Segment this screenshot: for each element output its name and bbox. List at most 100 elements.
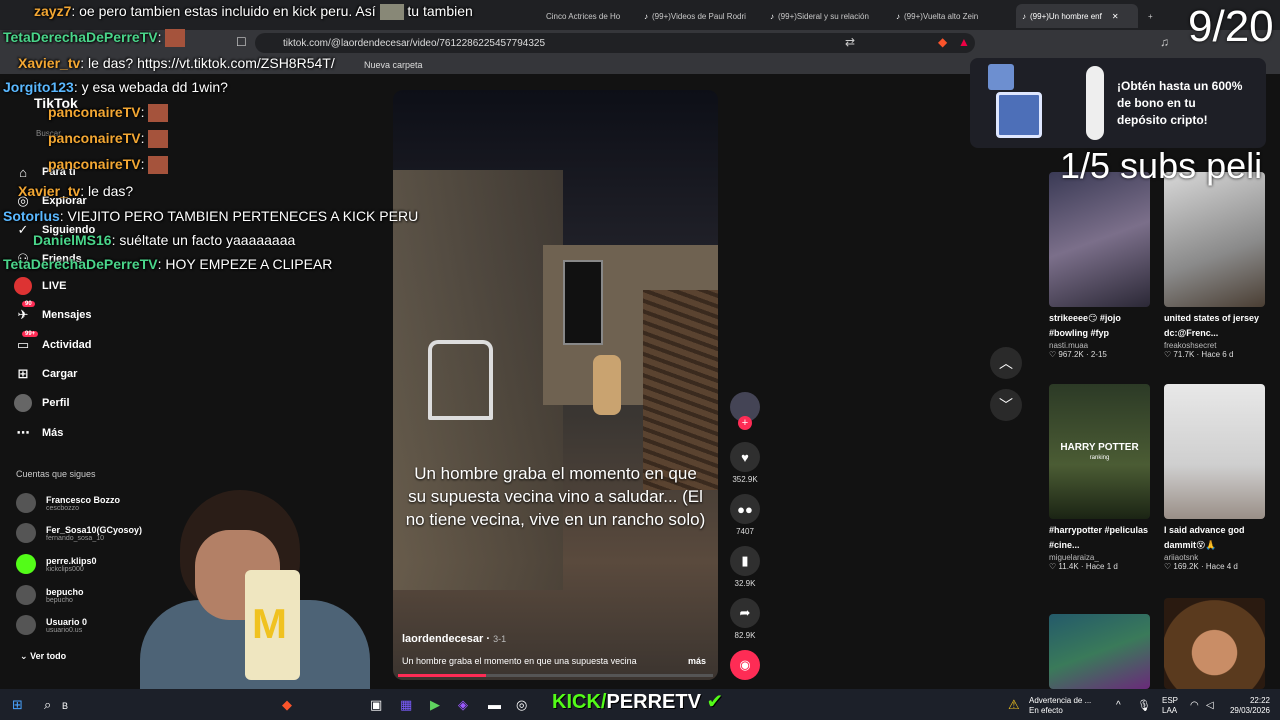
app-icon[interactable]: ▬ bbox=[488, 697, 501, 712]
chat-text: : y esa webada dd 1win? bbox=[73, 79, 228, 95]
follow-plus-icon[interactable]: + bbox=[738, 416, 752, 430]
nav-perfil[interactable]: Perfil bbox=[14, 394, 70, 412]
emote-icon bbox=[148, 130, 169, 149]
search-icon[interactable]: ⌕ bbox=[44, 697, 51, 713]
warning-title: Advertencia de ... bbox=[1029, 696, 1092, 705]
next-video-button[interactable]: ﹀ bbox=[990, 389, 1022, 421]
tiktok-icon: ♪ bbox=[1022, 11, 1026, 21]
close-icon[interactable]: ✕ bbox=[1112, 12, 1119, 21]
chat-message: DanielMS16: suéltate un facto yaaaaaaaa bbox=[33, 232, 295, 248]
video-thumbnail[interactable] bbox=[1164, 598, 1265, 689]
more-button[interactable]: más bbox=[688, 656, 706, 666]
address-bar[interactable]: tiktok.com/@laordendecesar/video/7612286… bbox=[255, 33, 975, 53]
browser-tab[interactable]: ♪ (99+)Videos de Paul Rodri bbox=[638, 4, 758, 28]
video-thumbnail[interactable] bbox=[1049, 614, 1150, 689]
emote-icon bbox=[148, 156, 169, 175]
account-name: Usuario 0 bbox=[46, 616, 88, 627]
sub-counter: 9/20 bbox=[1188, 2, 1274, 51]
wifi-icon[interactable]: ◠ bbox=[1190, 700, 1199, 711]
nav-mas[interactable]: ⋯ Más bbox=[14, 424, 64, 442]
avatar bbox=[16, 523, 36, 543]
app-icon[interactable]: ▦ bbox=[400, 697, 412, 713]
video-card[interactable]: I said advance god dammit😵🙏 ariiaotsnk ♡… bbox=[1164, 384, 1265, 571]
nav-actividad[interactable]: ▭ 99+ Actividad bbox=[14, 331, 92, 354]
save-button[interactable]: ▮ 32.9K bbox=[730, 546, 760, 588]
microphone-icon[interactable]: 🎙 bbox=[1137, 699, 1151, 712]
obs-icon[interactable]: ◎ bbox=[516, 697, 527, 713]
following-account[interactable]: perre.klips0 kickclips000 bbox=[16, 554, 97, 574]
comment-icon: ●● bbox=[730, 494, 760, 524]
bookmark-icon[interactable]: ☐ bbox=[236, 35, 247, 49]
account-handle: kickclips000 bbox=[46, 565, 84, 573]
thumbnail-subtitle: ranking bbox=[1089, 455, 1110, 461]
rewards-icon[interactable]: ▲ bbox=[958, 35, 970, 49]
chat-message: Jorgito123: y esa webada dd 1win? bbox=[3, 79, 228, 95]
like-button[interactable]: ♥ 352.9K bbox=[730, 442, 760, 484]
previous-video-button[interactable]: ︿ bbox=[990, 347, 1022, 379]
emote-icon bbox=[165, 29, 186, 48]
app-icon[interactable]: ▶ bbox=[430, 697, 440, 713]
translate-icon[interactable]: ⇄ bbox=[845, 35, 855, 49]
share-button[interactable]: ➦ 82.9K bbox=[730, 598, 760, 640]
lang-code: ESP bbox=[1162, 696, 1179, 705]
see-all-link[interactable]: ⌄ Ver todo bbox=[20, 651, 66, 662]
browser-tab-active[interactable]: ♪ (99+)Un hombre enf ✕ bbox=[1016, 4, 1138, 28]
nav-mensajes[interactable]: ✈ 90 Mensajes bbox=[14, 301, 92, 324]
warning-icon[interactable]: ⚠ bbox=[1008, 697, 1020, 713]
browser-tab[interactable]: ♪ (99+)Vuelta alto Zein bbox=[890, 4, 1010, 28]
bookmark-icon: ▮ bbox=[730, 546, 760, 576]
brave-shield-icon[interactable]: ◆ bbox=[938, 35, 947, 49]
windows-start-icon[interactable]: ⊞ bbox=[12, 697, 23, 713]
clock-date: 29/03/2026 bbox=[1229, 706, 1270, 715]
chat-message: panconaireTV: bbox=[48, 130, 169, 149]
video-player[interactable]: Un hombre graba el momento en que su sup… bbox=[393, 90, 718, 680]
author-avatar-button[interactable]: + bbox=[730, 392, 760, 430]
home-icon: ⌂ bbox=[19, 164, 27, 180]
nav-cargar[interactable]: ⊞ Cargar bbox=[14, 365, 78, 383]
warning-notification[interactable]: Advertencia de ... En efecto bbox=[1029, 696, 1091, 716]
following-account[interactable]: bepucho bepucho bbox=[16, 585, 84, 605]
chat-user: Xavier_tv bbox=[18, 183, 81, 199]
bookmark-folder[interactable]: Nueva carpeta bbox=[364, 60, 423, 70]
taskbar-search[interactable]: B bbox=[62, 701, 68, 711]
video-author[interactable]: laordendecesar · 3-1 bbox=[402, 633, 506, 645]
video-card[interactable]: strikeeee😏 #jojo #bowling #fyp nasti.mua… bbox=[1049, 172, 1150, 359]
clock[interactable]: 22:22 29/03/2026 bbox=[1218, 696, 1270, 716]
browser-tab[interactable]: Cinco Actrices de Ho bbox=[540, 4, 632, 28]
following-account[interactable]: Francesco Bozzo cescbozzo bbox=[16, 493, 120, 513]
app-icon[interactable]: ◈ bbox=[458, 697, 468, 713]
chat-message: TetaDerechaDePerreTV: bbox=[3, 29, 186, 48]
video-card[interactable]: HARRY POTTER ranking #harrypotter #pelic… bbox=[1049, 384, 1150, 571]
new-tab-button[interactable]: + bbox=[1142, 4, 1162, 28]
tab-label: (99+)Sideral y su relación bbox=[778, 11, 869, 21]
video-progress-bar[interactable] bbox=[398, 674, 713, 677]
chat-message: Xavier_tv: le das? https://vt.tiktok.com… bbox=[18, 55, 335, 71]
promo-banner: ¡Obtén hasta un 600% de bono en tu depós… bbox=[970, 58, 1266, 148]
card-title: #harrypotter #peliculas #cine... bbox=[1049, 525, 1149, 550]
app-icon[interactable]: ▣ bbox=[370, 697, 382, 713]
chat-user: TetaDerechaDePerreTV bbox=[3, 256, 158, 272]
volume-icon[interactable]: ◁ bbox=[1206, 700, 1214, 711]
video-scene-dog bbox=[593, 355, 621, 415]
chat-text: : bbox=[157, 29, 162, 45]
chevron-up-icon[interactable]: ^ bbox=[1116, 700, 1121, 711]
message-icon: ✈ 90 bbox=[14, 301, 35, 324]
chat-user: DanielMS16 bbox=[33, 232, 112, 248]
following-account[interactable]: Usuario 0 usuario0.us bbox=[16, 615, 87, 635]
card-title: strikeeee😏 #jojo #bowling #fyp bbox=[1049, 313, 1121, 338]
language-indicator[interactable]: ESP LAA bbox=[1162, 696, 1178, 716]
following-account[interactable]: Fer_Sosa10(GCyosoy) fernando_sosa_10 bbox=[16, 523, 142, 543]
sound-button[interactable]: ◉ bbox=[730, 650, 760, 680]
video-card[interactable]: united states of jersey dc:@Frenc... fre… bbox=[1164, 172, 1265, 359]
video-thumbnail: HARRY POTTER ranking bbox=[1049, 384, 1150, 519]
chat-message: TetaDerechaDePerreTV: HOY EMPEZE A CLIPE… bbox=[3, 256, 332, 272]
media-icon[interactable]: ♫ bbox=[1160, 35, 1169, 49]
tab-label: (99+)Un hombre enf bbox=[1030, 11, 1102, 21]
comment-button[interactable]: ●● 7407 bbox=[730, 494, 760, 536]
browser-tab[interactable]: ♪ (99+)Sideral y su relación bbox=[764, 4, 884, 28]
account-handle: cescbozzo bbox=[46, 504, 80, 512]
brave-icon[interactable]: ◆ bbox=[282, 697, 292, 713]
nav-live[interactable]: LIVE bbox=[14, 277, 66, 295]
share-count: 82.9K bbox=[734, 631, 756, 640]
emote-icon bbox=[148, 104, 169, 123]
